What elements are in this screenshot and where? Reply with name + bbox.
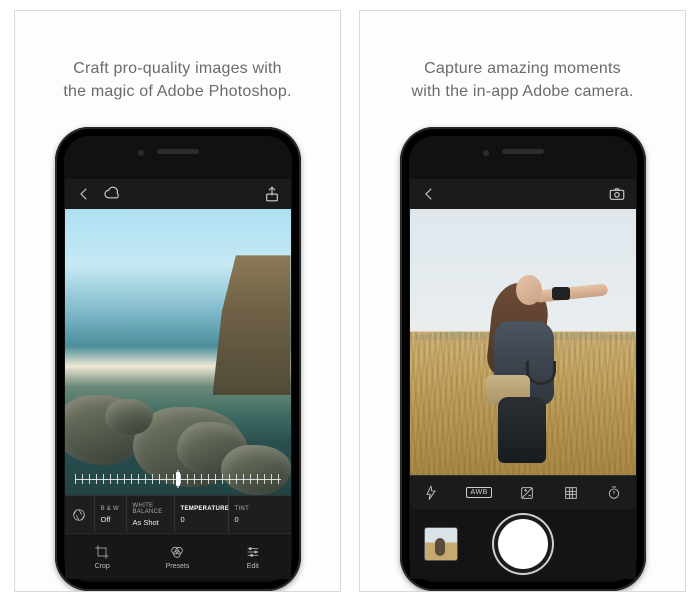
setting-label: B & W bbox=[101, 506, 120, 512]
tagline-line: Capture amazing moments bbox=[424, 60, 621, 77]
back-icon[interactable] bbox=[75, 185, 93, 203]
photo-subject bbox=[464, 257, 584, 467]
phone-speaker bbox=[502, 149, 544, 154]
tab-crop[interactable]: Crop bbox=[65, 534, 140, 579]
camera-viewfinder[interactable] bbox=[410, 209, 636, 475]
cloud-icon[interactable] bbox=[103, 185, 121, 203]
share-icon[interactable] bbox=[263, 185, 281, 203]
flash-icon[interactable] bbox=[423, 485, 439, 501]
crop-icon bbox=[94, 544, 110, 560]
exposure-icon[interactable] bbox=[519, 485, 535, 501]
setting-value: 0 bbox=[181, 515, 222, 524]
setting-value: 0 bbox=[235, 515, 285, 524]
setting-label: WHITE BALANCE bbox=[133, 503, 168, 515]
editor-settings-row: B & W Off WHITE BALANCE As Shot TEMPERAT… bbox=[65, 495, 291, 533]
presets-icon bbox=[169, 544, 185, 560]
camera-topbar bbox=[410, 179, 636, 209]
switch-camera-icon[interactable] bbox=[608, 185, 626, 203]
setting-value: As Shot bbox=[133, 518, 168, 527]
back-icon[interactable] bbox=[420, 185, 438, 203]
promo-pane-camera: Capture amazing moments with the in-app … bbox=[359, 10, 686, 592]
tab-presets[interactable]: Presets bbox=[140, 534, 215, 579]
phone-frame: AWB bbox=[400, 127, 646, 591]
tagline-line: with the in-app Adobe camera. bbox=[412, 83, 634, 100]
awb-badge[interactable]: AWB bbox=[466, 487, 492, 498]
setting-temperature[interactable]: TEMPERATURE 0 bbox=[175, 496, 229, 533]
tagline-line: the magic of Adobe Photoshop. bbox=[63, 83, 291, 100]
phone-sensor bbox=[483, 150, 489, 156]
photo-cliff bbox=[213, 255, 291, 395]
camera-shutter-bar bbox=[410, 509, 636, 579]
setting-bw[interactable]: B & W Off bbox=[95, 496, 127, 533]
promo-pane-editor: Craft pro-quality images with the magic … bbox=[14, 10, 341, 592]
setting-value: Off bbox=[101, 515, 120, 524]
last-photo-thumbnail[interactable] bbox=[424, 527, 458, 561]
editor-photo[interactable] bbox=[65, 209, 291, 495]
setting-label: TEMPERATURE bbox=[181, 506, 222, 512]
camera-controls-row: AWB bbox=[410, 475, 636, 509]
tab-label: Presets bbox=[166, 563, 190, 570]
phone-screen-camera: AWB bbox=[410, 179, 636, 579]
grid-icon[interactable] bbox=[563, 485, 579, 501]
tagline-line: Craft pro-quality images with bbox=[73, 60, 282, 77]
phone-screen-editor: B & W Off WHITE BALANCE As Shot TEMPERAT… bbox=[65, 179, 291, 579]
edit-sliders-icon bbox=[245, 544, 261, 560]
phone-frame: B & W Off WHITE BALANCE As Shot TEMPERAT… bbox=[55, 127, 301, 591]
setting-white-balance[interactable]: WHITE BALANCE As Shot bbox=[127, 496, 175, 533]
tab-edit[interactable]: Edit bbox=[215, 534, 290, 579]
shutter-button[interactable] bbox=[498, 519, 548, 569]
tab-label: Edit bbox=[247, 563, 259, 570]
editor-topbar bbox=[65, 179, 291, 209]
timer-icon[interactable] bbox=[606, 485, 622, 501]
shutter-bar-spacer bbox=[588, 527, 622, 561]
tab-label: Crop bbox=[95, 563, 110, 570]
setting-tint[interactable]: TINT 0 bbox=[229, 496, 291, 533]
temperature-slider[interactable] bbox=[75, 469, 281, 489]
editor-tabs: Crop Presets Edit bbox=[65, 533, 291, 579]
tagline-editor: Craft pro-quality images with the magic … bbox=[63, 57, 291, 103]
tagline-camera: Capture amazing moments with the in-app … bbox=[412, 57, 634, 103]
phone-sensor bbox=[138, 150, 144, 156]
phone-speaker bbox=[157, 149, 199, 154]
setting-label: TINT bbox=[235, 506, 285, 512]
lens-settings-icon[interactable] bbox=[65, 496, 95, 533]
